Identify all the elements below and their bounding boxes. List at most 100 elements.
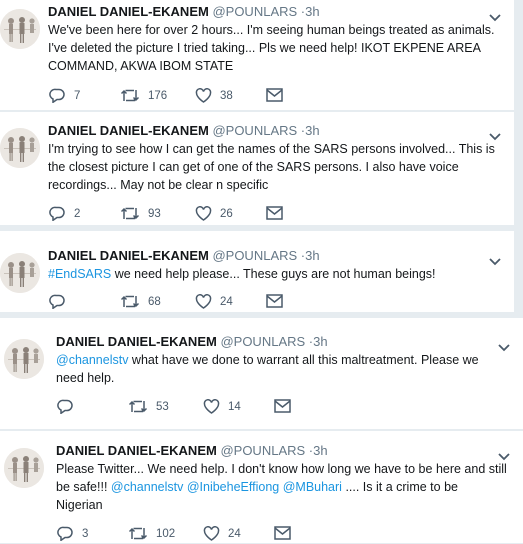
tweet-text-line: I'm trying to see how I can get the name… (48, 140, 495, 158)
tweet-text: .... Is it a crime to be (341, 480, 458, 494)
reply-button[interactable]: 3 (57, 526, 88, 541)
tweet-actions: 7 176 38 (0, 88, 514, 106)
envelope-icon (266, 294, 283, 308)
mention-link[interactable]: @channelstv (111, 480, 183, 494)
retweets-count: 53 (156, 400, 169, 413)
heart-icon (195, 88, 212, 103)
tweet-text-line: Please Twitter... We need help. I don't … (56, 460, 507, 478)
heart-icon (203, 526, 220, 541)
chevron-down-icon[interactable] (488, 10, 502, 22)
message-button[interactable] (266, 206, 283, 220)
like-button[interactable]: 24 (203, 526, 241, 541)
tweet-text: Please Twitter... We need help. I don't … (56, 462, 507, 476)
reply-icon (49, 294, 66, 309)
tweet-text-line: COMMAND, AKWA IBOM STATE (48, 57, 233, 75)
likes-count: 24 (228, 527, 241, 540)
reply-button[interactable] (57, 399, 82, 414)
like-button[interactable]: 26 (195, 206, 233, 221)
envelope-icon (266, 206, 283, 220)
chevron-down-icon[interactable] (497, 449, 511, 461)
message-button[interactable] (274, 399, 291, 413)
user-handle[interactable]: @POUNLARS (220, 443, 305, 458)
like-button[interactable]: 38 (195, 88, 233, 103)
display-name[interactable]: DANIEL DANIEL-EKANEM (48, 4, 209, 19)
tweet-header: DANIEL DANIEL-EKANEM @POUNLARS ·3h (56, 443, 328, 458)
display-name[interactable]: DANIEL DANIEL-EKANEM (56, 334, 217, 349)
avatar[interactable] (4, 339, 44, 379)
tweet-timestamp[interactable]: 3h (305, 123, 319, 138)
avatar[interactable] (0, 9, 40, 49)
chevron-down-icon[interactable] (497, 340, 511, 352)
retweets-count: 176 (148, 89, 168, 102)
tweet-timestamp[interactable]: 3h (305, 4, 319, 19)
tweet-card[interactable]: DANIEL DANIEL-EKANEM @POUNLARS ·3h #EndSA… (0, 231, 514, 313)
likes-count: 14 (228, 400, 241, 413)
tweet-text: be safe!!! (56, 480, 111, 494)
retweet-icon (120, 206, 140, 221)
tweet-text: We've been here for over 2 hours... I'm … (48, 23, 495, 37)
heart-icon (195, 294, 212, 309)
tweet-actions: 2 93 26 (0, 206, 514, 224)
replies-count: 3 (82, 527, 89, 540)
tweet-feed: DANIEL DANIEL-EKANEM @POUNLARS ·3h We've … (0, 0, 523, 544)
tweet-header: DANIEL DANIEL-EKANEM @POUNLARS ·3h (48, 4, 320, 19)
user-handle[interactable]: @POUNLARS (212, 123, 297, 138)
display-name[interactable]: DANIEL DANIEL-EKANEM (48, 248, 209, 263)
reply-icon (49, 206, 66, 221)
display-name[interactable]: DANIEL DANIEL-EKANEM (56, 443, 217, 458)
reply-button[interactable]: 2 (49, 206, 80, 221)
reply-button[interactable] (49, 294, 74, 309)
message-button[interactable] (274, 526, 291, 540)
mention-link[interactable]: #EndSARS (48, 267, 111, 281)
user-handle[interactable]: @POUNLARS (212, 4, 297, 19)
retweet-button[interactable]: 53 (128, 399, 169, 414)
tweet-text: what have we done to warrant all this ma… (128, 353, 479, 367)
tweet-header: DANIEL DANIEL-EKANEM @POUNLARS ·3h (56, 334, 328, 349)
tweet-card[interactable]: DANIEL DANIEL-EKANEM @POUNLARS ·3h @chann… (0, 318, 523, 430)
likes-count: 24 (220, 295, 233, 308)
tweet-text: Nigerian (56, 498, 103, 512)
reply-icon (57, 526, 74, 541)
tweet-card[interactable]: DANIEL DANIEL-EKANEM @POUNLARS ·3h We've … (0, 0, 514, 111)
chevron-down-icon[interactable] (488, 129, 502, 141)
envelope-icon (274, 399, 291, 413)
mention-link[interactable]: @MBuhari (283, 480, 342, 494)
envelope-icon (266, 88, 283, 102)
retweet-button[interactable]: 68 (120, 294, 161, 309)
tweet-header: DANIEL DANIEL-EKANEM @POUNLARS ·3h (48, 123, 320, 138)
tweet-text-line: We've been here for over 2 hours... I'm … (48, 21, 494, 39)
tweet-text: we need help please... These guys are no… (111, 267, 436, 281)
reply-icon (57, 399, 74, 414)
tweet-text-line: recordings... May not be clear n specifi… (48, 176, 268, 194)
avatar[interactable] (0, 253, 40, 293)
retweet-icon (120, 88, 140, 103)
tweet-text-line: #EndSARS we need help please... These gu… (48, 265, 436, 283)
tweet-actions: 68 24 (0, 294, 514, 312)
tweet-text: the closest picture I can get of one of … (48, 160, 459, 174)
heart-icon (203, 399, 220, 414)
tweet-timestamp[interactable]: 3h (313, 443, 327, 458)
tweet-text-line: Nigerian (56, 496, 103, 514)
message-button[interactable] (266, 294, 283, 308)
retweet-button[interactable]: 102 (128, 526, 175, 541)
retweet-button[interactable]: 93 (120, 206, 161, 221)
reply-button[interactable]: 7 (49, 88, 80, 103)
user-handle[interactable]: @POUNLARS (212, 248, 297, 263)
tweet-card[interactable]: DANIEL DANIEL-EKANEM @POUNLARS ·3h I'm tr… (0, 112, 514, 226)
like-button[interactable]: 24 (195, 294, 233, 309)
message-button[interactable] (266, 88, 283, 102)
avatar[interactable] (4, 448, 44, 488)
avatar[interactable] (0, 128, 40, 168)
retweet-button[interactable]: 176 (120, 88, 167, 103)
tweet-text-line: @channelstv what have we done to warrant… (56, 351, 479, 369)
tweet-timestamp[interactable]: 3h (305, 248, 319, 263)
mention-link[interactable]: @InibeheEffiong (187, 480, 279, 494)
like-button[interactable]: 14 (203, 399, 241, 414)
tweet-text: recordings... May not be clear n specifi… (48, 178, 269, 192)
chevron-down-icon[interactable] (488, 254, 502, 266)
tweet-timestamp[interactable]: 3h (313, 334, 327, 349)
tweet-card[interactable]: DANIEL DANIEL-EKANEM @POUNLARS ·3h Please… (0, 431, 523, 544)
display-name[interactable]: DANIEL DANIEL-EKANEM (48, 123, 209, 138)
user-handle[interactable]: @POUNLARS (220, 334, 305, 349)
mention-link[interactable]: @channelstv (56, 353, 128, 367)
